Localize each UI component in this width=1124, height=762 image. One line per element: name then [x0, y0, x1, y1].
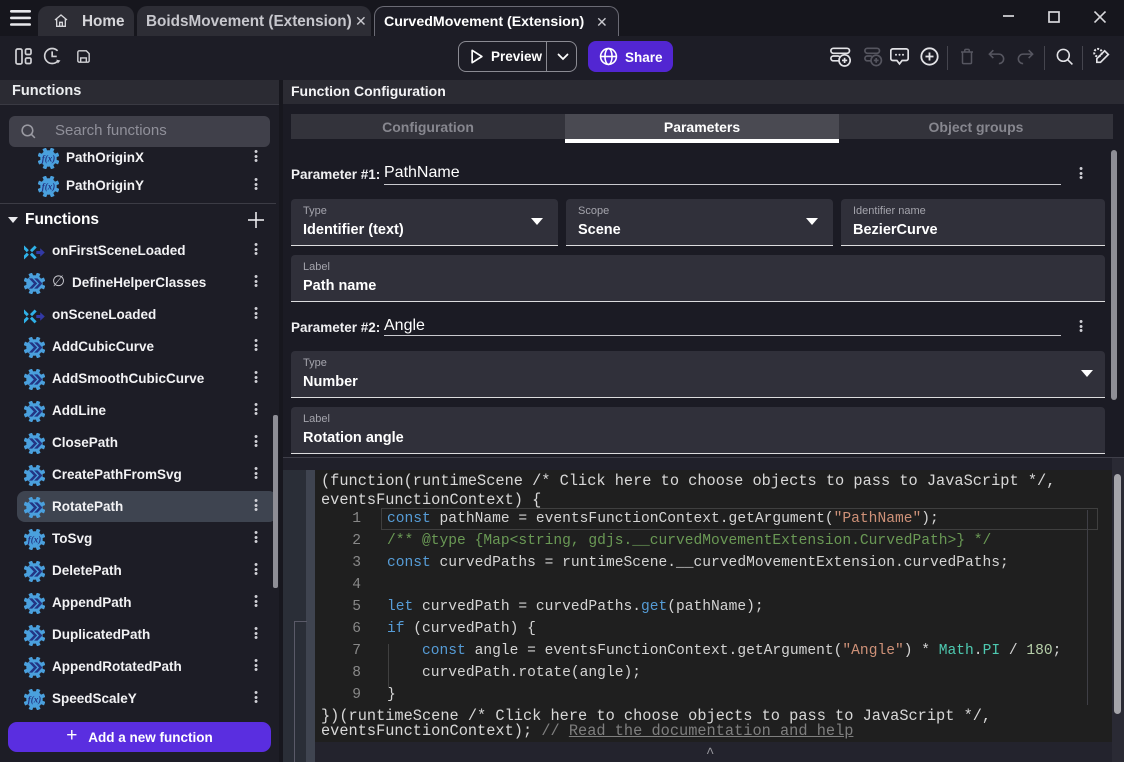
svg-text:f(x): f(x) — [42, 154, 56, 164]
svg-text:f(x): f(x) — [28, 535, 42, 545]
svg-text:f(x): f(x) — [28, 695, 42, 705]
svg-text:f(x): f(x) — [42, 182, 56, 192]
